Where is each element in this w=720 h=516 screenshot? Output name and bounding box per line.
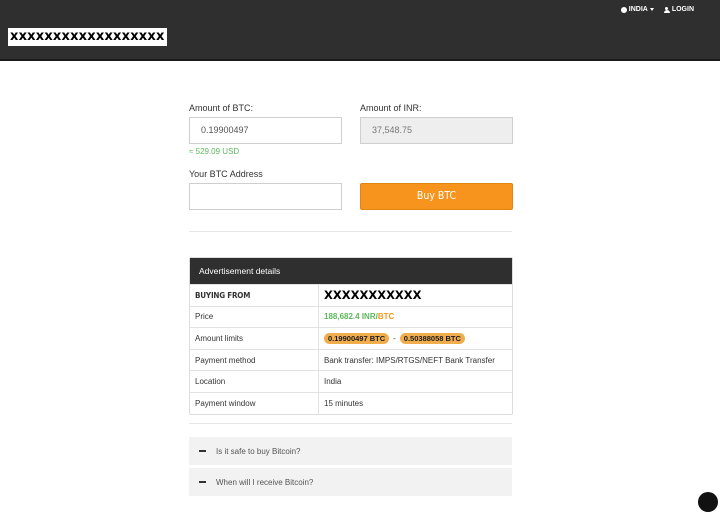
payment-method-label: Payment method (190, 349, 319, 371)
usd-equivalent: ≈ 529.09 USD (189, 147, 240, 156)
location-value: India (324, 377, 342, 387)
btc-address-input[interactable] (189, 183, 342, 210)
price-btc: BTC (377, 312, 395, 322)
chat-widget-icon[interactable] (698, 492, 718, 512)
advertisement-details-panel: Advertisement details BUYING FROM XXXXXX… (189, 257, 513, 415)
table-row: Payment window 15 minutes (190, 391, 512, 414)
login-label: LOGIN (671, 6, 694, 13)
site-logo[interactable]: xxxxxxxxxxxxxxxxxx (8, 28, 167, 46)
top-navbar: xxxxxxxxxxxxxxxxxx INDIA LOGIN (0, 0, 720, 61)
amount-limits-value: 0.19900497 BTC -0.50388058 BTC (319, 328, 512, 349)
inr-amount-input[interactable]: 37,548.75 (360, 117, 513, 144)
price-inr: 188,682.4 INR (324, 312, 376, 322)
minus-icon (199, 450, 206, 452)
amount-limits-label: Amount limits (190, 328, 319, 349)
faq-question: Is it safe to buy Bitcoin? (216, 446, 301, 456)
btc-address-label: Your BTC Address (189, 169, 263, 179)
limit-dash: - (393, 333, 396, 343)
divider (189, 231, 512, 232)
payment-window-label: Payment window (190, 392, 319, 414)
caret-down-icon (649, 8, 654, 11)
seller-name[interactable]: XXXXXXXXXXX (319, 285, 512, 306)
location-label: Location (190, 371, 319, 392)
price-label: Price (190, 306, 319, 328)
globe-icon (620, 6, 627, 13)
login-link[interactable]: LOGIN (663, 6, 694, 13)
table-row: Location India (190, 370, 512, 392)
inr-amount-label: Amount of INR: (360, 103, 422, 113)
top-nav: INDIA LOGIN (620, 6, 694, 13)
btc-amount-input[interactable]: 0.19900497 (189, 117, 342, 144)
faq-question: When will I receive Bitcoin? (216, 477, 314, 487)
btc-amount-label: Amount of BTC: (189, 103, 254, 113)
table-row: Payment method Bank transfer: IMPS/RTGS/… (190, 348, 512, 371)
payment-window-value: 15 minutes (324, 398, 364, 408)
user-icon (663, 6, 670, 13)
limit-min-badge: 0.19900497 BTC (324, 332, 390, 344)
table-row: BUYING FROM XXXXXXXXXXX (190, 284, 512, 306)
country-selector[interactable]: INDIA (620, 6, 654, 13)
buy-btc-button[interactable]: Buy BTC (360, 183, 513, 210)
faq-item-safe[interactable]: Is it safe to buy Bitcoin? (189, 437, 512, 465)
minus-icon (199, 481, 206, 483)
price-value: 188,682.4 INR / BTC (319, 307, 512, 328)
payment-method-value: Bank transfer: IMPS/RTGS/NEFT Bank Trans… (324, 355, 495, 365)
country-label: INDIA (628, 6, 648, 13)
divider (189, 423, 512, 424)
table-row: Amount limits 0.19900497 BTC -0.50388058 … (190, 327, 512, 349)
limit-max-badge: 0.50388058 BTC (399, 332, 465, 344)
table-row: Price 188,682.4 INR / BTC (190, 305, 512, 328)
ad-panel-title: Advertisement details (190, 258, 512, 284)
faq-item-receive[interactable]: When will I receive Bitcoin? (189, 468, 512, 496)
buying-from-label: BUYING FROM (190, 285, 319, 306)
